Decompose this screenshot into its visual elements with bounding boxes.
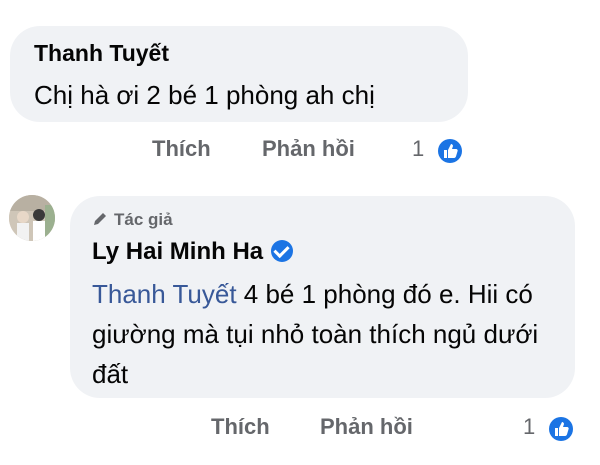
- comment-author-name[interactable]: Ly Hai Minh Ha: [92, 238, 263, 265]
- comment-author[interactable]: Thanh Tuyết: [34, 40, 169, 67]
- avatar[interactable]: [9, 195, 55, 241]
- comment-actions: Thích Phản hồi 1: [0, 414, 600, 450]
- comment-text: Thanh Tuyết 4 bé 1 phòng đó e. Hii có gi…: [92, 274, 562, 394]
- comment-bubble: Thanh Tuyết Chị hà ơi 2 bé 1 phòng ah ch…: [10, 26, 468, 122]
- reply-button[interactable]: Phản hồi: [262, 136, 355, 162]
- thumbs-up-icon[interactable]: [548, 416, 574, 442]
- comment-text: Chị hà ơi 2 bé 1 phòng ah chị: [34, 80, 375, 110]
- comment-bubble: Tác giả Ly Hai Minh Ha Thanh Tuyết 4 bé …: [70, 196, 575, 398]
- like-button[interactable]: Thích: [152, 136, 211, 162]
- pencil-icon: [92, 211, 108, 227]
- author-badge: Tác giả: [92, 210, 173, 230]
- comment-actions: Thích Phản hồi 1: [0, 136, 600, 172]
- reaction-count[interactable]: 1: [523, 414, 535, 440]
- reaction-count[interactable]: 1: [412, 136, 424, 162]
- author-badge-label: Tác giả: [114, 210, 173, 229]
- verified-check-icon: [271, 240, 294, 262]
- reply-button[interactable]: Phản hồi: [320, 414, 413, 440]
- like-button[interactable]: Thích: [211, 414, 270, 440]
- mention-link[interactable]: Thanh Tuyết: [92, 279, 237, 309]
- comment-author: Ly Hai Minh Ha: [92, 238, 294, 266]
- thumbs-up-icon[interactable]: [437, 138, 463, 164]
